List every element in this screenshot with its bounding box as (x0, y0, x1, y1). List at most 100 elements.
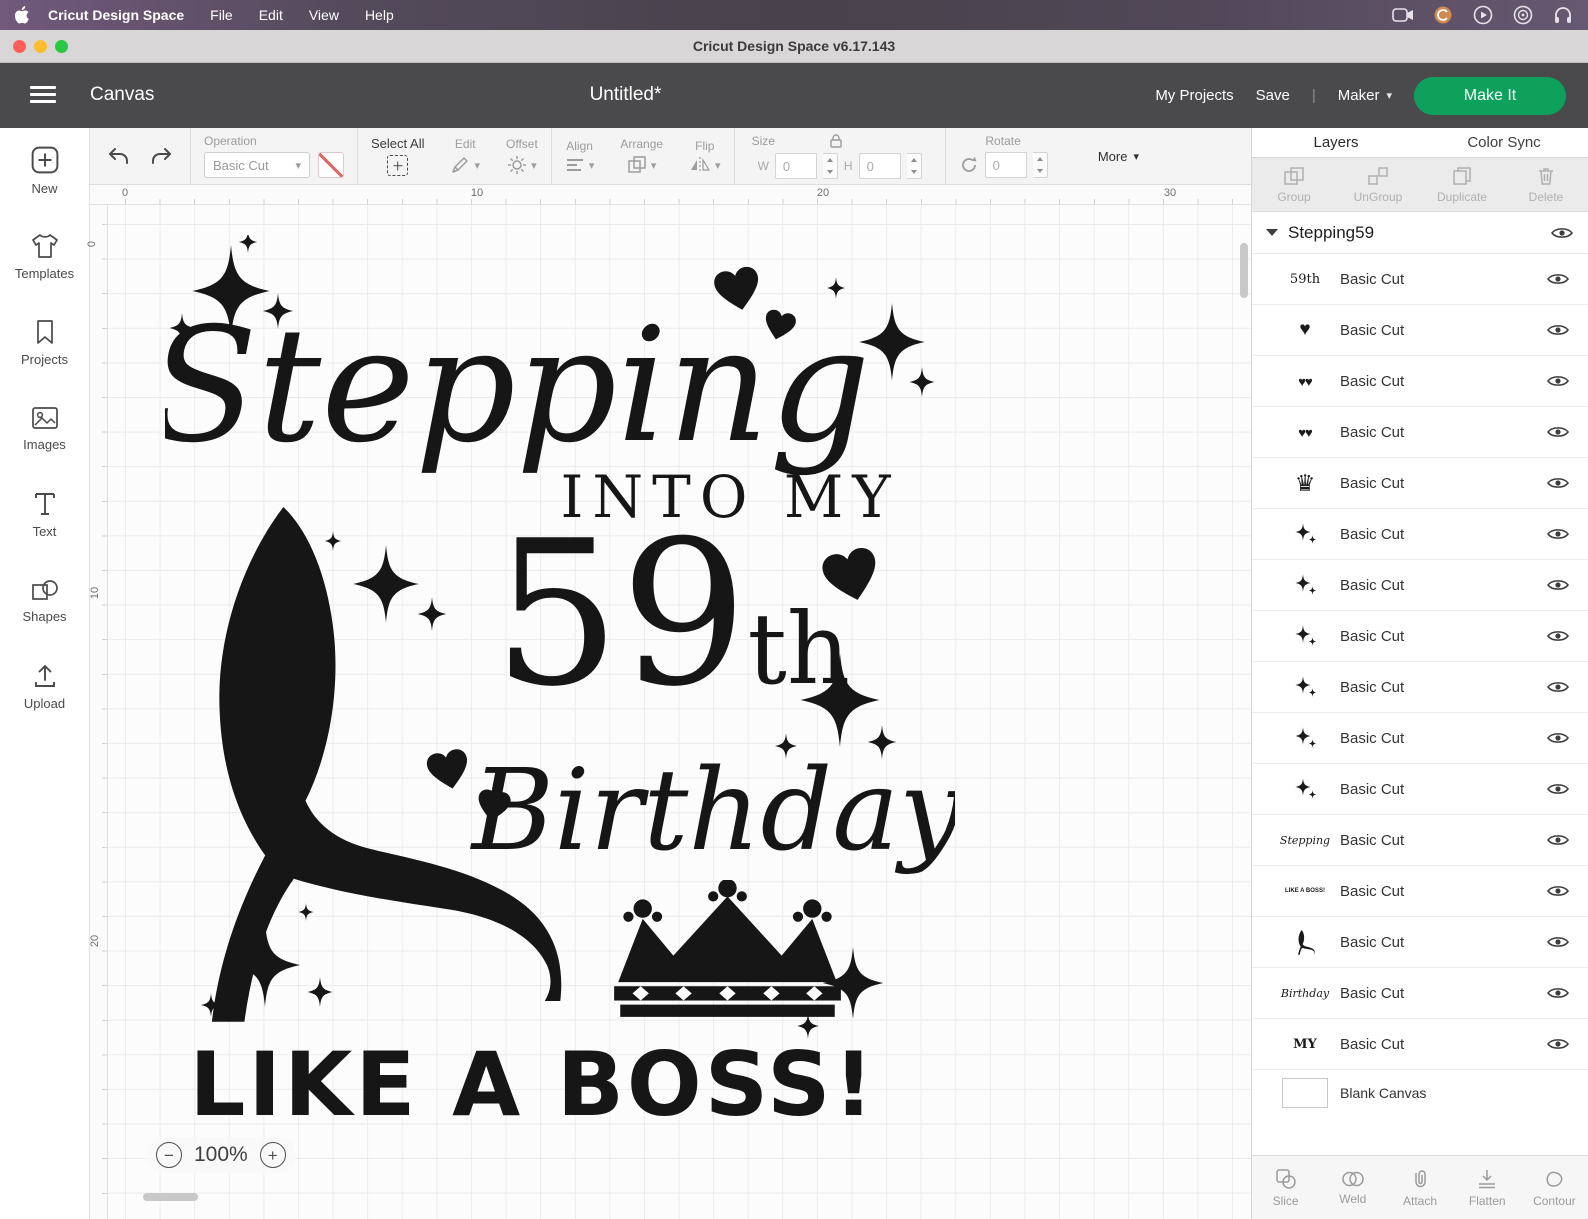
menu-view[interactable]: View (309, 7, 339, 23)
zoom-in-button[interactable]: + (259, 1142, 286, 1168)
zoom-out-button[interactable]: − (156, 1142, 182, 1168)
close-window-button[interactable] (13, 40, 26, 53)
eye-icon[interactable] (1546, 679, 1570, 695)
eye-icon[interactable] (1546, 934, 1570, 950)
zoom-window-button[interactable] (55, 40, 68, 53)
sidebar-item-projects[interactable]: Projects (0, 300, 89, 386)
layer-group-row[interactable]: Stepping59 (1252, 212, 1588, 254)
contour-button[interactable]: Contour (1521, 1156, 1588, 1219)
redo-icon[interactable] (150, 146, 174, 166)
height-input[interactable] (858, 153, 901, 179)
edit-menu-button[interactable]: ▾ (450, 155, 480, 175)
horizontal-scrollbar[interactable] (143, 1193, 198, 1201)
menu-app-name[interactable]: Cricut Design Space (48, 7, 184, 23)
lock-icon[interactable] (828, 133, 844, 149)
hamburger-menu-icon[interactable] (30, 86, 56, 104)
sidebar-item-text[interactable]: Text (0, 472, 89, 558)
color-swatch[interactable] (318, 152, 344, 178)
headphones-icon[interactable] (1552, 5, 1574, 25)
align-menu-button[interactable]: ▾ (565, 157, 594, 173)
attach-button[interactable]: Attach (1386, 1156, 1453, 1219)
disclosure-triangle-icon[interactable] (1266, 229, 1278, 236)
undo-icon[interactable] (106, 146, 130, 166)
layer-row[interactable]: Stepping Basic Cut (1252, 815, 1588, 866)
layer-row[interactable]: Basic Cut (1252, 662, 1588, 713)
menu-file[interactable]: File (210, 7, 233, 23)
tab-color-sync[interactable]: Color Sync (1420, 128, 1588, 157)
eye-icon[interactable] (1546, 424, 1570, 440)
width-stepper[interactable] (822, 153, 838, 179)
rotate-input[interactable] (984, 152, 1027, 178)
my-projects-link[interactable]: My Projects (1155, 87, 1233, 104)
operation-select[interactable]: Basic Cut ▾ (204, 152, 310, 178)
play-icon[interactable] (1472, 5, 1494, 25)
flip-menu-button[interactable]: ▾ (689, 157, 721, 173)
flatten-button[interactable]: Flatten (1454, 1156, 1521, 1219)
offset-menu-button[interactable]: ▾ (507, 155, 537, 175)
eye-icon[interactable] (1546, 781, 1570, 797)
delete-button[interactable]: Delete (1504, 158, 1588, 211)
sidebar-item-templates[interactable]: Templates (0, 214, 89, 300)
layer-row[interactable]: Basic Cut (1252, 713, 1588, 764)
layer-row[interactable]: ♛ Basic Cut (1252, 458, 1588, 509)
weld-button[interactable]: Weld (1319, 1156, 1386, 1219)
save-link[interactable]: Save (1256, 87, 1290, 104)
eye-icon[interactable] (1546, 475, 1570, 491)
layer-row[interactable]: ♥♥ Basic Cut (1252, 407, 1588, 458)
layer-row[interactable]: 59th Basic Cut (1252, 254, 1588, 305)
width-input[interactable] (774, 153, 817, 179)
tab-layers[interactable]: Layers (1252, 128, 1420, 157)
select-all-icon[interactable] (387, 155, 409, 176)
layer-row[interactable]: Basic Cut (1252, 764, 1588, 815)
rotate-icon[interactable] (959, 155, 979, 175)
layer-row[interactable]: Birthday Basic Cut (1252, 968, 1588, 1019)
sidebar-item-images[interactable]: Images (0, 386, 89, 472)
eye-icon[interactable] (1546, 373, 1570, 389)
chevron-down-icon: ▾ (1386, 90, 1392, 102)
menu-edit[interactable]: Edit (259, 7, 283, 23)
eye-icon[interactable] (1546, 883, 1570, 899)
eye-icon[interactable] (1546, 832, 1570, 848)
eye-icon[interactable] (1546, 628, 1570, 644)
app-header: Canvas Untitled* My Projects Save | Make… (0, 63, 1588, 128)
eye-icon[interactable] (1546, 526, 1570, 542)
apple-icon[interactable] (14, 6, 30, 24)
video-camera-icon[interactable] (1392, 5, 1414, 25)
arrange-menu-button[interactable]: ▾ (627, 155, 656, 175)
height-stepper[interactable] (906, 153, 922, 179)
eye-icon[interactable] (1546, 1036, 1570, 1052)
design-artwork[interactable]: Stepping INTO MY 59th Birthday LIKE A BO… (165, 235, 955, 1140)
sidebar-item-new[interactable]: New (0, 128, 89, 214)
machine-selector[interactable]: Maker ▾ (1338, 87, 1392, 104)
minimize-window-button[interactable] (34, 40, 47, 53)
more-menu-button[interactable]: More ▾ (1098, 149, 1139, 164)
make-it-button[interactable]: Make It (1414, 76, 1566, 115)
ungroup-button[interactable]: UnGroup (1336, 158, 1420, 211)
layer-row[interactable]: MY Basic Cut (1252, 1019, 1588, 1070)
menu-help[interactable]: Help (365, 7, 394, 23)
layer-row[interactable]: Basic Cut (1252, 509, 1588, 560)
layer-row[interactable]: Basic Cut (1252, 611, 1588, 662)
eye-icon[interactable] (1546, 985, 1570, 1001)
layer-row[interactable]: LIKE A BOSS! Basic Cut (1252, 866, 1588, 917)
blank-canvas-row[interactable]: Blank Canvas (1252, 1070, 1588, 1116)
sidebar-item-shapes[interactable]: Shapes (0, 558, 89, 644)
group-button[interactable]: Group (1252, 158, 1336, 211)
radar-icon[interactable] (1512, 5, 1534, 25)
orange-app-icon[interactable] (1432, 5, 1454, 25)
layer-row[interactable]: ♥♥ Basic Cut (1252, 356, 1588, 407)
eye-icon[interactable] (1546, 730, 1570, 746)
layer-row[interactable]: Basic Cut (1252, 917, 1588, 968)
duplicate-button[interactable]: Duplicate (1420, 158, 1504, 211)
eye-icon[interactable] (1546, 322, 1570, 338)
eye-icon[interactable] (1546, 577, 1570, 593)
canvas-grid[interactable]: Stepping INTO MY 59th Birthday LIKE A BO… (108, 205, 1251, 1219)
layer-row[interactable]: ♥ Basic Cut (1252, 305, 1588, 356)
layer-row[interactable]: Basic Cut (1252, 560, 1588, 611)
sidebar-item-upload[interactable]: Upload (0, 644, 89, 730)
eye-icon[interactable] (1546, 271, 1570, 287)
eye-icon[interactable] (1550, 225, 1574, 241)
vertical-scrollbar[interactable] (1240, 243, 1248, 298)
slice-button[interactable]: Slice (1252, 1156, 1319, 1219)
rotate-stepper[interactable] (1032, 152, 1048, 178)
